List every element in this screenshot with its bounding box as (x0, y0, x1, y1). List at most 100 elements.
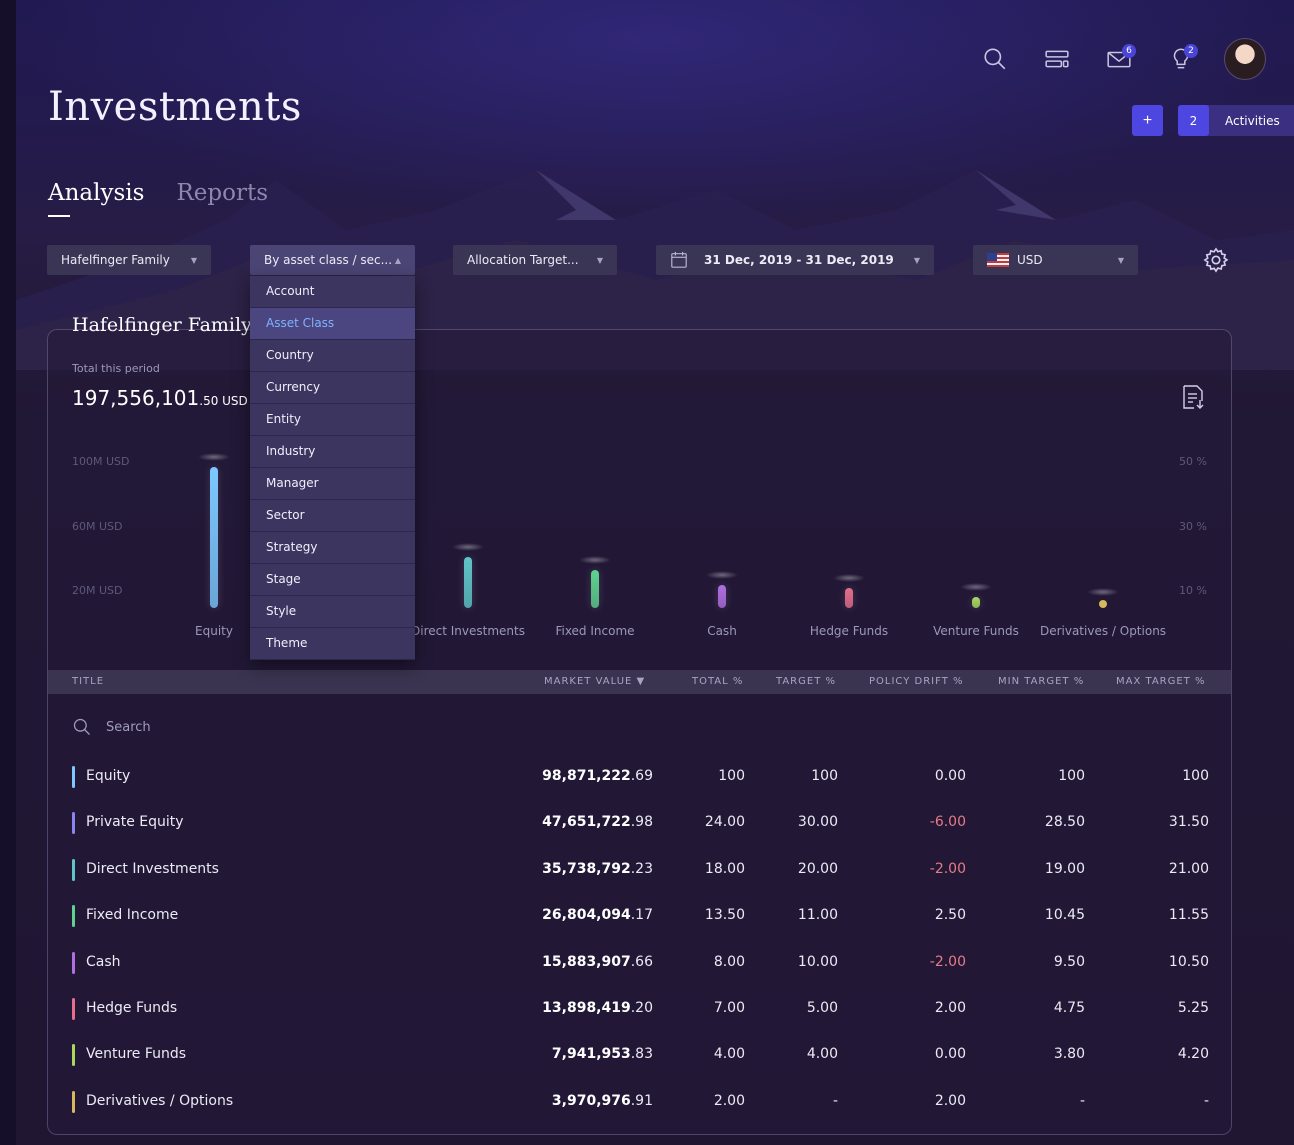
header-policy-drift-pct[interactable]: POLICY DRIFT % (869, 676, 963, 687)
allocation-select[interactable]: Allocation Target... ▼ (453, 245, 617, 275)
menu-item-manager[interactable]: Manager (250, 468, 415, 500)
row-target: 30.00 (797, 814, 838, 831)
row-color-swatch (72, 998, 75, 1020)
table-row[interactable]: Cash 15,883,907.66 8.00 10.00 -2.00 9.50 10.50 (48, 946, 1231, 978)
family-select[interactable]: Hafelfinger Family ▼ (47, 245, 211, 275)
table-row[interactable]: Hedge Funds 13,898,419.20 7.00 5.00 2.00 4.75… (48, 992, 1231, 1024)
mail-button[interactable]: 6 (1088, 42, 1150, 76)
total-cents: .50 USD (199, 394, 248, 408)
table-row[interactable]: Fixed Income 26,804,094.17 13.50 11.00 2.50 1… (48, 899, 1231, 931)
chart-bar (718, 585, 726, 608)
grouping-select[interactable]: By asset class / sec... ▲ (250, 245, 415, 275)
chevron-down-icon: ▼ (596, 255, 603, 265)
row-market-value: 35,738,792.23 (542, 860, 653, 877)
row-min: 19.00 (1044, 860, 1085, 877)
header-market-value[interactable]: MARKET VALUE ▼ (544, 676, 645, 687)
row-title: Fixed Income (86, 907, 179, 924)
header-max-target-pct[interactable]: MAX TARGET % (1116, 676, 1205, 687)
calendar-icon (671, 251, 687, 268)
layout-button[interactable] (1026, 42, 1088, 76)
bar-glow (452, 543, 484, 552)
family-select-value: Hafelfinger Family (61, 253, 170, 267)
date-range-value: 31 Dec, 2019 - 31 Dec, 2019 (704, 253, 894, 267)
table-row[interactable]: Equity 98,871,222.69 100 100 0.00 100 100 (48, 760, 1231, 792)
row-max: 11.55 (1168, 907, 1209, 924)
gear-icon[interactable] (1202, 246, 1230, 274)
chart-dot (1099, 600, 1107, 608)
top-toolbar: 6 2 (964, 38, 1266, 80)
menu-item-account[interactable]: Account (250, 276, 415, 308)
table-row[interactable]: Private Equity 47,651,722.98 24.00 30.00 -6.… (48, 806, 1231, 838)
search-icon (73, 718, 90, 735)
export-report-icon[interactable] (1181, 384, 1205, 412)
row-max: 4.20 (1177, 1046, 1209, 1063)
table-header: TITLE MARKET VALUE ▼ TOTAL % TARGET % PO… (48, 670, 1231, 694)
menu-item-industry[interactable]: Industry (250, 436, 415, 468)
total-value: 197,556,101.50 USD (72, 386, 248, 410)
search-input[interactable]: Search (106, 720, 151, 735)
row-target: 20.00 (797, 860, 838, 877)
header-target-pct[interactable]: TARGET % (776, 676, 836, 687)
total-label: Total this period (72, 362, 160, 375)
table-search[interactable]: Search (72, 717, 151, 737)
chevron-down-icon: ▼ (190, 255, 197, 265)
y-axis-left-tick: 100M USD (72, 455, 130, 468)
header-total-pct[interactable]: TOTAL % (692, 676, 743, 687)
menu-item-entity[interactable]: Entity (250, 404, 415, 436)
search-button[interactable] (964, 42, 1026, 76)
date-range-select[interactable]: 31 Dec, 2019 - 31 Dec, 2019 ▼ (656, 245, 934, 275)
row-market-value: 47,651,722.98 (542, 814, 653, 831)
row-market-value: 26,804,094.17 (542, 907, 653, 924)
add-button[interactable]: + (1132, 105, 1163, 136)
row-min: 10.45 (1044, 907, 1085, 924)
row-color-swatch (72, 766, 75, 788)
bar-glow (579, 555, 611, 564)
row-drift: -2.00 (929, 860, 966, 877)
row-total: 18.00 (704, 860, 745, 877)
menu-item-stage[interactable]: Stage (250, 564, 415, 596)
row-target: 100 (811, 768, 838, 784)
header-min-target-pct[interactable]: MIN TARGET % (998, 676, 1084, 687)
menu-item-country[interactable]: Country (250, 340, 415, 372)
row-total: 8.00 (713, 953, 745, 970)
table-row[interactable]: Direct Investments 35,738,792.23 18.00 20.0… (48, 853, 1231, 885)
menu-item-asset-class[interactable]: Asset Class (250, 308, 415, 340)
row-total: 100 (718, 768, 745, 784)
row-market-value: 3,970,976.91 (551, 1092, 653, 1109)
menu-item-style[interactable]: Style (250, 596, 415, 628)
chevron-down-icon: ▼ (1117, 255, 1124, 265)
ideas-button[interactable]: 2 (1150, 42, 1212, 76)
row-max: - (1203, 1092, 1209, 1109)
row-color-swatch (72, 1090, 75, 1113)
row-target: - (832, 1092, 838, 1109)
row-min: 3.80 (1053, 1046, 1085, 1063)
summary-card: Hafelfinger Family Total this period 197… (47, 314, 1232, 1135)
row-max: 100 (1182, 768, 1209, 784)
bar-glow (960, 582, 992, 591)
row-color-swatch (72, 905, 75, 928)
menu-item-sector[interactable]: Sector (250, 500, 415, 532)
row-drift: -2.00 (929, 953, 966, 970)
y-axis-right-tick: 50 % (1179, 455, 1207, 468)
table-row[interactable]: Derivatives / Options 3,970,976.91 2.00 - 2.… (48, 1085, 1231, 1117)
bar-glow (706, 571, 738, 580)
bar-glow (1087, 588, 1119, 597)
row-drift: 2.50 (934, 907, 966, 924)
chart-category-label: Derivatives / Options (1039, 624, 1167, 638)
menu-item-theme[interactable]: Theme (250, 628, 415, 660)
header-title[interactable]: TITLE (72, 676, 104, 687)
tab-analysis[interactable]: Analysis (48, 180, 144, 217)
row-max: 10.50 (1168, 953, 1209, 970)
chevron-down-icon: ▼ (913, 255, 920, 265)
tab-reports[interactable]: Reports (176, 180, 268, 206)
row-market-value: 13,898,419.20 (542, 1000, 653, 1016)
chart-bar (972, 596, 980, 608)
menu-item-strategy[interactable]: Strategy (250, 532, 415, 564)
table-row[interactable]: Venture Funds 7,941,953.83 4.00 4.00 0.00 3.8… (48, 1038, 1231, 1070)
menu-item-currency[interactable]: Currency (250, 372, 415, 404)
activities-button[interactable]: 2 Activities (1178, 105, 1294, 136)
row-title: Equity (86, 768, 131, 784)
chart-bar (464, 557, 472, 608)
user-avatar[interactable] (1224, 38, 1266, 80)
currency-select[interactable]: USD ▼ (973, 245, 1138, 275)
